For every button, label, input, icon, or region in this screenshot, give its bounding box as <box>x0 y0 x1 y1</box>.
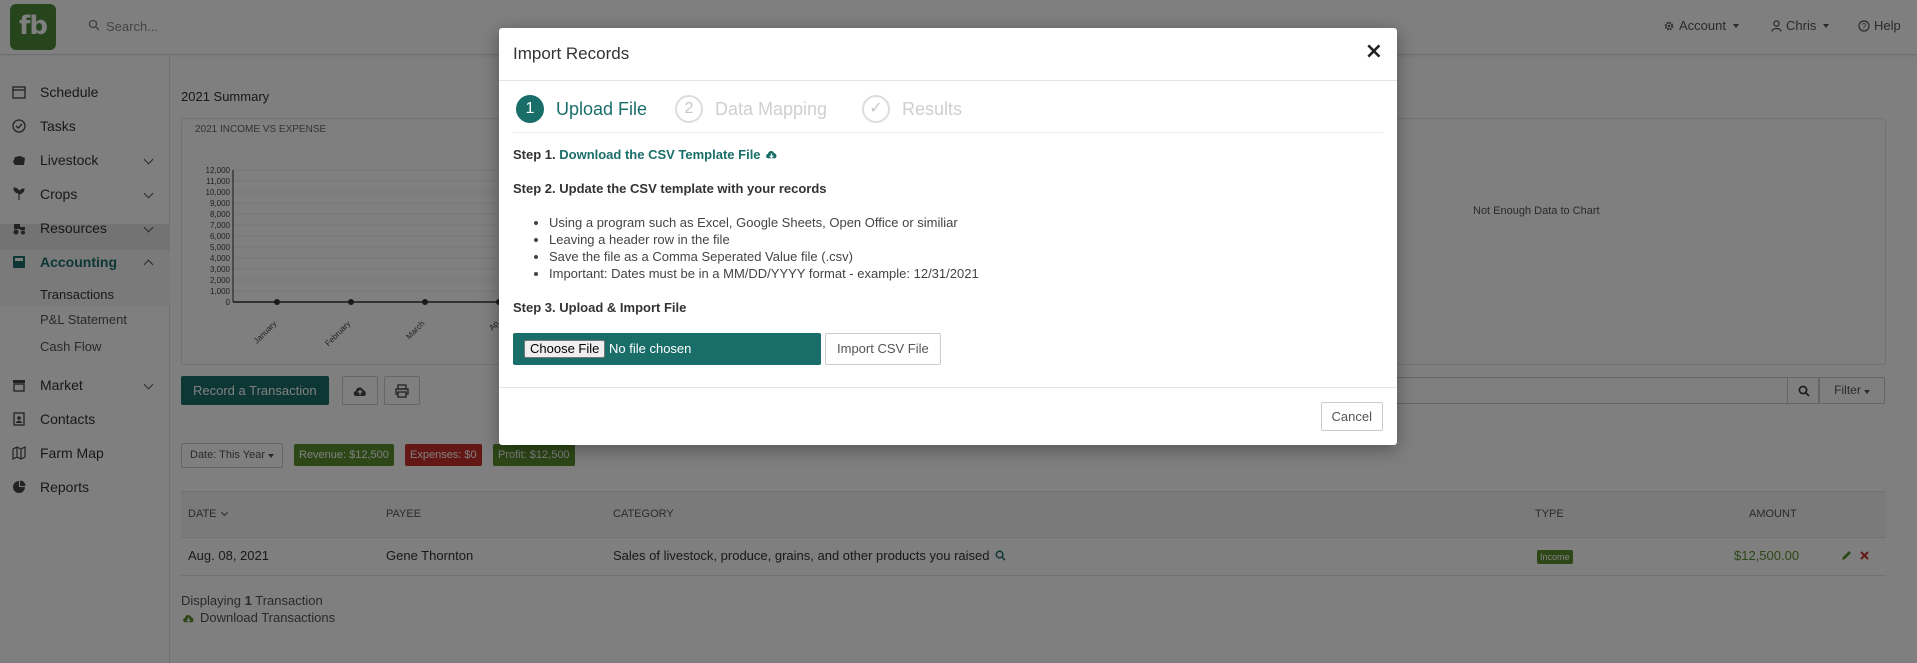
import-records-modal: Import Records × 1 Upload File 2 Data Ma… <box>499 28 1397 445</box>
wizard-step-1-number: 1 <box>516 95 544 123</box>
choose-file-button[interactable]: Choose File <box>524 340 606 358</box>
step-3-heading: Step 3. Upload & Import File <box>513 300 687 315</box>
wizard-divider <box>513 132 1383 133</box>
cloud-download-icon <box>766 150 777 159</box>
download-template-link[interactable]: Download the CSV Template File <box>559 147 779 162</box>
wizard-step-2-number: 2 <box>675 95 703 123</box>
step-1-heading: Step 1. Download the CSV Template File <box>513 147 779 162</box>
close-icon[interactable]: × <box>1365 40 1383 64</box>
list-item: Important: Dates must be in a MM/DD/YYYY… <box>549 265 979 282</box>
wizard-step-1-label: Upload File <box>556 99 648 119</box>
file-input[interactable]: Choose File No file chosen <box>513 333 821 365</box>
check-icon: ✓ <box>862 95 890 123</box>
download-template-label: Download the CSV Template File <box>559 147 761 162</box>
step-2-heading: Step 2. Update the CSV template with you… <box>513 181 827 196</box>
list-item: Save the file as a Comma Seperated Value… <box>549 248 979 265</box>
wizard-step-3-label: Results <box>902 99 963 119</box>
list-item: Leaving a header row in the file <box>549 231 979 248</box>
modal-header-divider <box>499 80 1397 81</box>
instructions-list: Using a program such as Excel, Google Sh… <box>549 214 979 282</box>
no-file-label: No file chosen <box>609 341 692 356</box>
import-csv-button[interactable]: Import CSV File <box>825 333 941 365</box>
modal-title: Import Records <box>513 44 630 63</box>
modal-footer-divider <box>499 387 1397 388</box>
wizard-step-2-label: Data Mapping <box>715 99 828 119</box>
list-item: Using a program such as Excel, Google Sh… <box>549 214 979 231</box>
step-1-prefix: Step 1. <box>513 147 556 162</box>
cancel-button[interactable]: Cancel <box>1320 402 1383 431</box>
